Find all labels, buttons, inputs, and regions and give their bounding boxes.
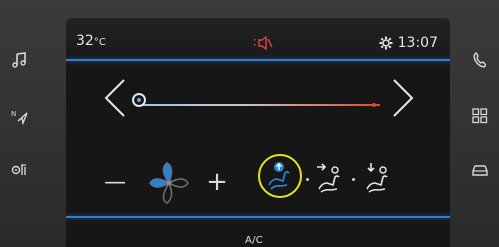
temperature-slider-knob[interactable] xyxy=(132,93,146,107)
climate-screen: 32°C 13:07 — + A/C xyxy=(66,18,450,247)
fan-speed-up-button[interactable]: + xyxy=(202,168,232,196)
car-icon[interactable] xyxy=(468,158,492,182)
ac-button[interactable]: A/C xyxy=(245,235,263,246)
clock-time: 13:07 xyxy=(397,35,438,51)
clock: 13:07 xyxy=(379,35,438,51)
music-icon[interactable] xyxy=(8,48,32,72)
gear-icon[interactable] xyxy=(379,36,393,50)
bottom-divider xyxy=(66,216,450,218)
outside-temperature: 32°C xyxy=(76,33,106,49)
temperature-up-button[interactable] xyxy=(388,78,418,118)
svg-text:N: N xyxy=(11,110,16,118)
fan-icon xyxy=(144,158,194,208)
top-divider xyxy=(66,59,450,61)
navigation-icon[interactable]: N xyxy=(8,104,32,128)
feet-mode-button[interactable] xyxy=(360,160,394,194)
temperature-slider[interactable] xyxy=(132,93,382,108)
phone-icon[interactable] xyxy=(468,48,492,72)
apps-grid-icon[interactable] xyxy=(468,104,492,128)
temperature-down-button[interactable] xyxy=(100,78,130,118)
windshield-mode-button[interactable] xyxy=(262,158,296,192)
mute-icon xyxy=(254,35,274,51)
face-mode-button[interactable] xyxy=(312,160,346,194)
fan-settings-icon[interactable] xyxy=(8,158,32,182)
fan-speed-down-button[interactable]: — xyxy=(100,170,130,195)
